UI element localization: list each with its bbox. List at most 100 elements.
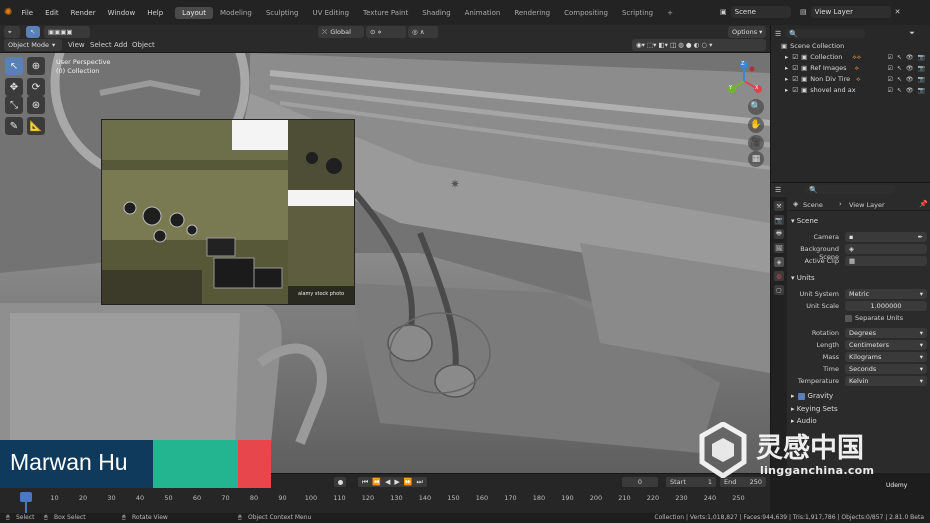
- outliner-row-toggles[interactable]: ☑ ↖ 👁 📷: [887, 54, 925, 61]
- object-mode-dropdown[interactable]: Object Mode ▾: [4, 39, 62, 51]
- outliner-row-toggles[interactable]: ☑ ↖ 👁 📷: [887, 65, 925, 72]
- tab-compositing[interactable]: Compositing: [557, 7, 615, 19]
- tab-tool[interactable]: ⚒: [774, 201, 784, 211]
- tab-modeling[interactable]: Modeling: [213, 7, 259, 19]
- camera-view-button[interactable]: 🎥: [748, 135, 764, 151]
- menu-render[interactable]: Render: [65, 9, 102, 17]
- section-keying-sets-toggle[interactable]: ▸ Keying Sets: [791, 405, 838, 413]
- select-box-tool[interactable]: ↖: [5, 57, 23, 75]
- temperature-dropdown[interactable]: Kelvin ▾: [845, 376, 927, 386]
- tab-world[interactable]: ◍: [774, 271, 784, 281]
- pin-icon[interactable]: 📌: [919, 200, 928, 208]
- transform-tool[interactable]: ⊛: [27, 96, 45, 114]
- cursor-tool[interactable]: ⊕: [27, 57, 45, 75]
- menu-file[interactable]: File: [15, 9, 39, 17]
- mesh-icon: ⟡: [856, 74, 861, 83]
- outliner-row-toggles[interactable]: ☑ ↖ 👁 📷: [887, 87, 925, 94]
- tab-sculpting[interactable]: Sculpting: [259, 7, 306, 19]
- properties-search-input[interactable]: 🔍: [805, 185, 896, 194]
- rotation-dropdown[interactable]: Degrees ▾: [845, 328, 927, 338]
- zoom-button[interactable]: 🔍: [748, 99, 764, 115]
- tab-render[interactable]: 📷: [774, 215, 784, 225]
- checkbox-icon[interactable]: ☑: [792, 64, 798, 72]
- visibility-icon: ◉▾ ⬚▾ ◧▾ ◫ ◍ ● ◐ ○ ▾: [636, 41, 713, 49]
- tab-rendering[interactable]: Rendering: [507, 7, 557, 19]
- outliner-item-non-div-tire[interactable]: ▸ ☑ ▣ Non Div Tire ⟡ ☑ ↖ 👁 📷: [771, 74, 930, 84]
- orientation-dropdown[interactable]: ⤬ Global: [318, 26, 364, 38]
- mass-dropdown[interactable]: Kilograms ▾: [845, 352, 927, 362]
- tab-view-layer[interactable]: 🖼: [774, 243, 784, 253]
- outliner-search-input[interactable]: 🔍: [785, 29, 866, 38]
- ortho-toggle-button[interactable]: ▦: [748, 151, 764, 167]
- measure-tool[interactable]: 📐: [27, 117, 45, 135]
- tab-output[interactable]: 🖶: [774, 229, 784, 239]
- options-dropdown[interactable]: Options ▾: [728, 26, 766, 38]
- rotate-tool[interactable]: ⟳: [27, 78, 45, 96]
- section-scene-toggle[interactable]: ▾ Scene: [791, 217, 818, 225]
- tab-layout[interactable]: Layout: [175, 6, 213, 19]
- active-clip-field[interactable]: ▦: [845, 256, 927, 266]
- editor-type-button[interactable]: ⌖: [4, 26, 20, 38]
- menu-view[interactable]: View: [68, 41, 85, 49]
- menu-select[interactable]: Select: [90, 41, 112, 49]
- eye-icon: 👁: [905, 75, 914, 83]
- select-tool-button[interactable]: ↖: [26, 26, 40, 38]
- outliner-row-toggles[interactable]: ☑ ↖ 👁 📷: [887, 76, 925, 83]
- section-gravity-toggle[interactable]: ▸ Gravity: [791, 392, 833, 400]
- shading-buttons[interactable]: ◉▾ ⬚▾ ◧▾ ◫ ◍ ● ◐ ○ ▾: [632, 39, 766, 51]
- length-dropdown[interactable]: Centimeters ▾: [845, 340, 927, 350]
- printer-icon: 🖶: [776, 230, 782, 237]
- menu-add[interactable]: Add: [114, 41, 128, 49]
- timeline-tick-label: 100: [304, 494, 318, 502]
- checkbox-icon[interactable]: [797, 392, 805, 400]
- tab-animation[interactable]: Animation: [458, 7, 508, 19]
- chevron-right-icon: ▸: [791, 392, 795, 400]
- separate-units-checkbox[interactable]: Separate Units: [845, 314, 903, 322]
- background-scene-field[interactable]: ◈: [845, 244, 927, 254]
- tab-scene[interactable]: ◈: [774, 257, 784, 267]
- move-tool[interactable]: ✥: [5, 78, 23, 96]
- outliner-scene-collection[interactable]: ▣ Scene Collection: [771, 41, 930, 51]
- menu-help[interactable]: Help: [141, 9, 169, 17]
- close-icon[interactable]: ✕: [895, 8, 901, 16]
- navigation-gizmo[interactable]: X Y Z: [722, 59, 766, 103]
- pivot-snap-buttons[interactable]: ⊙ ⋄: [366, 26, 406, 38]
- properties-editor-icon[interactable]: ☰: [775, 186, 781, 194]
- tab-scripting[interactable]: Scripting: [615, 7, 660, 19]
- checkbox-icon[interactable]: ☑: [792, 75, 798, 83]
- time-dropdown[interactable]: Seconds ▾: [845, 364, 927, 374]
- add-workspace-button[interactable]: +: [660, 7, 680, 19]
- tab-collection[interactable]: ▢: [774, 285, 784, 295]
- view-layer-field[interactable]: View Layer: [810, 6, 891, 18]
- annotate-tool[interactable]: ✎: [5, 117, 23, 135]
- pan-button[interactable]: ✋: [748, 117, 764, 133]
- select-mode-buttons[interactable]: ▣▣▣▣: [44, 26, 90, 38]
- outliner-item-ref-images[interactable]: ▸ ☑ ▣ Ref Images ⟡ ☑ ↖ 👁 📷: [771, 63, 930, 73]
- scene-selector[interactable]: ▣ Scene: [720, 6, 791, 18]
- tab-shading[interactable]: Shading: [415, 7, 457, 19]
- proportional-edit-button[interactable]: ◎ ∧: [408, 26, 438, 38]
- filter-icon[interactable]: ⏷: [909, 29, 915, 38]
- section-units-toggle[interactable]: ▾ Units: [791, 274, 815, 282]
- reference-image[interactable]: alamy stock photo: [101, 119, 355, 305]
- scene-field[interactable]: Scene: [730, 6, 791, 18]
- unit-scale-input[interactable]: 1.000000: [845, 301, 927, 311]
- unit-system-dropdown[interactable]: Metric ▾: [845, 289, 927, 299]
- playhead[interactable]: [20, 492, 32, 502]
- outliner-item-shovel-and-ax[interactable]: ▸ ☑ ▣ shovel and ax ☑ ↖ 👁 📷: [771, 85, 930, 95]
- blender-logo-icon[interactable]: ✺: [4, 7, 12, 18]
- camera-field[interactable]: ▪ ✒: [845, 232, 927, 242]
- tab-uv-editing[interactable]: UV Editing: [306, 7, 357, 19]
- outliner-editor-icon[interactable]: ☰: [775, 30, 781, 38]
- outliner-item-collection[interactable]: ▸ ☑ ▣ Collection ⟡⟡ ☑ ↖ 👁 📷: [771, 52, 930, 62]
- menu-object[interactable]: Object: [132, 41, 155, 49]
- tab-texture-paint[interactable]: Texture Paint: [356, 7, 415, 19]
- eyedropper-icon[interactable]: ✒: [918, 233, 923, 241]
- checkbox-icon[interactable]: ☑: [792, 53, 798, 61]
- 3d-viewport[interactable]: ✷ ↖ ⊕ ✥ ⟳ ⤡ ⊛ ✎ 📐 User Perspective (0) C…: [0, 53, 770, 473]
- scale-tool[interactable]: ⤡: [5, 96, 23, 114]
- checkbox-icon[interactable]: ☑: [792, 86, 798, 94]
- view-layer-selector[interactable]: ▤ View Layer ✕: [800, 6, 901, 18]
- menu-window[interactable]: Window: [102, 9, 142, 17]
- menu-edit[interactable]: Edit: [39, 9, 65, 17]
